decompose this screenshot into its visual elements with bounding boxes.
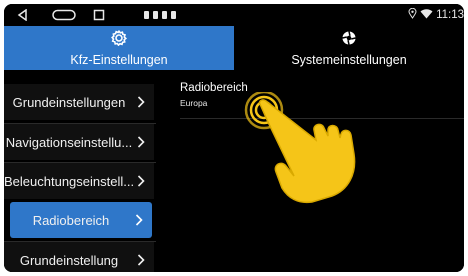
sidebar-item-navigationseinstellungen[interactable]: Navigationseinstellu... [4, 124, 154, 160]
sidebar-item-label: Radiobereich [32, 212, 110, 228]
recent-apps-icon[interactable] [91, 7, 107, 23]
chevron-right-icon [137, 96, 145, 108]
gear-icon [111, 29, 127, 51]
chevron-right-icon [137, 175, 145, 187]
wifi-icon [420, 8, 433, 22]
setting-title: Radiobereich [180, 82, 248, 94]
notification-icon [162, 11, 167, 19]
divider [180, 118, 464, 119]
location-icon [408, 7, 417, 22]
tab-bar: Kfz-Einstellungen Systemeinstellungen [4, 26, 464, 70]
sidebar-item-label: Grundeinstellungen [12, 94, 126, 110]
sidebar-item-label: Grundeinstellung [19, 252, 119, 268]
chevron-right-icon [137, 254, 145, 266]
device-screen: 11:13 Kfz-Einstellungen Systemeinstellun… [4, 4, 464, 272]
sidebar-item-radiobereich[interactable]: Radiobereich [10, 202, 152, 238]
status-clock: 11:13 [436, 9, 464, 21]
setting-value: Europa [180, 98, 208, 108]
back-icon[interactable] [14, 7, 30, 23]
settings-cog-icon [341, 30, 357, 51]
settings-panel: Radiobereich Europa [156, 70, 464, 272]
home-icon[interactable] [50, 7, 78, 23]
notification-icon [144, 11, 149, 19]
sidebar-item-label: Beleuchtungseinstell... [4, 173, 134, 189]
chevron-right-icon [137, 136, 145, 148]
status-bar: 11:13 [4, 4, 464, 26]
sidebar-item-grundeinstellung[interactable]: Grundeinstellung [4, 242, 154, 272]
tab-label: Kfz-Einstellungen [70, 52, 168, 67]
sidebar-item-grundeinstellungen[interactable]: Grundeinstellungen [4, 84, 154, 120]
tab-kfz-einstellungen[interactable]: Kfz-Einstellungen [4, 26, 234, 70]
tab-label: Systemeinstellungen [291, 52, 407, 67]
chevron-right-icon [135, 214, 143, 226]
tab-systemeinstellungen[interactable]: Systemeinstellungen [234, 26, 464, 70]
sidebar: Grundeinstellungen Navigationseinstellu.… [4, 70, 156, 272]
sidebar-item-beleuchtungseinstellungen[interactable]: Beleuchtungseinstell... [4, 163, 154, 199]
sidebar-item-label: Navigationseinstellu... [5, 134, 133, 150]
status-indicators: 11:13 [408, 7, 464, 23]
notification-icon [153, 11, 158, 19]
notification-icon [171, 11, 176, 19]
notification-icons [144, 11, 176, 19]
